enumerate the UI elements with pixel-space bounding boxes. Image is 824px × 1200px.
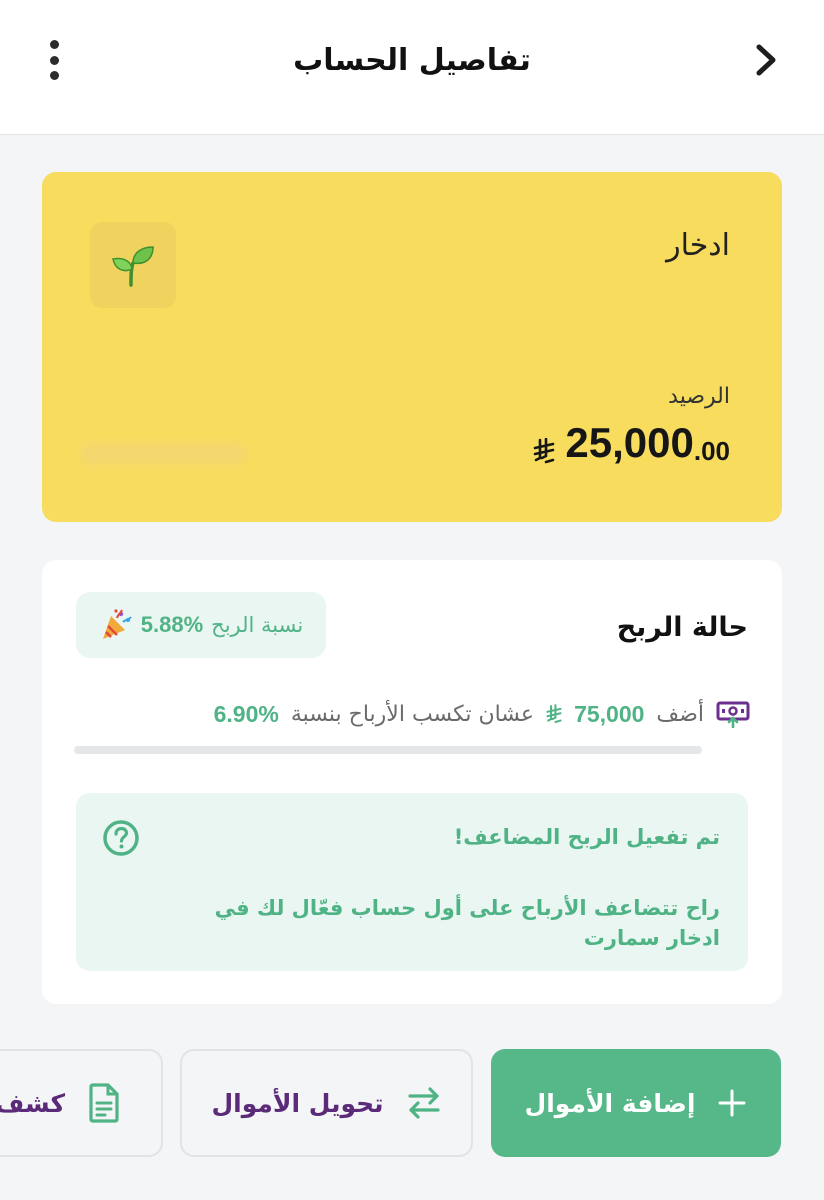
party-popper-icon: [102, 609, 132, 639]
page-title: تفاصيل الحساب: [293, 43, 531, 78]
transfer-funds-label: تحويل الأموال: [211, 1088, 384, 1118]
add-funds-label: إضافة الأموال: [524, 1088, 696, 1118]
riyal-symbol-icon: [534, 438, 555, 464]
balance-amount: 25,000 .00: [533, 422, 730, 464]
add-funds-button[interactable]: إضافة الأموال: [491, 1049, 781, 1157]
balance-decimal: .00: [693, 436, 730, 466]
statement-button[interactable]: كشف: [0, 1049, 163, 1157]
plus-icon: [718, 1089, 746, 1117]
tier-prefix: أضف: [656, 701, 704, 727]
tier-progress-bar: [74, 746, 702, 754]
savings-account-card[interactable]: ادخار الرصيد 25,000 .00: [42, 172, 782, 522]
tier-suffix: عشان تكسب الأرباح بنسبة: [290, 701, 535, 727]
tier-rate: 6.90%: [213, 700, 279, 727]
transfer-funds-button[interactable]: تحويل الأموال: [180, 1049, 473, 1157]
profit-status-card: حالة الربح نسبة الربح 5.88% أضف 75,000 ع…: [42, 560, 782, 1004]
notice-title: تم تفعيل الربح المضاعف!: [453, 825, 720, 849]
next-tier-hint: أضف 75,000 عشان تكسب الأرباح بنسبة 6.90%: [214, 694, 750, 734]
masked-account-number: [80, 442, 246, 466]
profit-rate-value: 5.88%: [140, 612, 204, 637]
transfer-arrows-icon: [407, 1087, 440, 1119]
account-name: ادخار: [666, 228, 730, 263]
tier-amount: 75,000: [574, 700, 645, 727]
seedling-icon: [112, 246, 154, 287]
top-app-bar: تفاصيل الحساب: [0, 0, 824, 135]
more-options-button[interactable]: [38, 38, 70, 82]
statement-label: كشف: [0, 1088, 65, 1118]
document-icon: [89, 1083, 119, 1123]
riyal-symbol-icon: [546, 704, 562, 724]
help-circle-icon[interactable]: [102, 819, 140, 857]
profit-status-title: حالة الربح: [616, 612, 748, 643]
account-icon-box: [90, 222, 176, 308]
balance-main: 25,000: [565, 419, 694, 466]
profit-rate-badge: نسبة الربح 5.88%: [76, 592, 326, 658]
notice-text: راح تتضاعف الأرباح على أول حساب فعّال لك…: [214, 896, 720, 950]
balance-label: الرصيد: [668, 384, 730, 409]
profit-rate-label: نسبة الربح: [211, 613, 304, 637]
more-vertical-icon: [49, 40, 59, 49]
cash-up-icon: [716, 701, 750, 728]
double-profit-notice: تم تفعيل الربح المضاعف! راح تتضاعف الأرب…: [76, 793, 748, 971]
